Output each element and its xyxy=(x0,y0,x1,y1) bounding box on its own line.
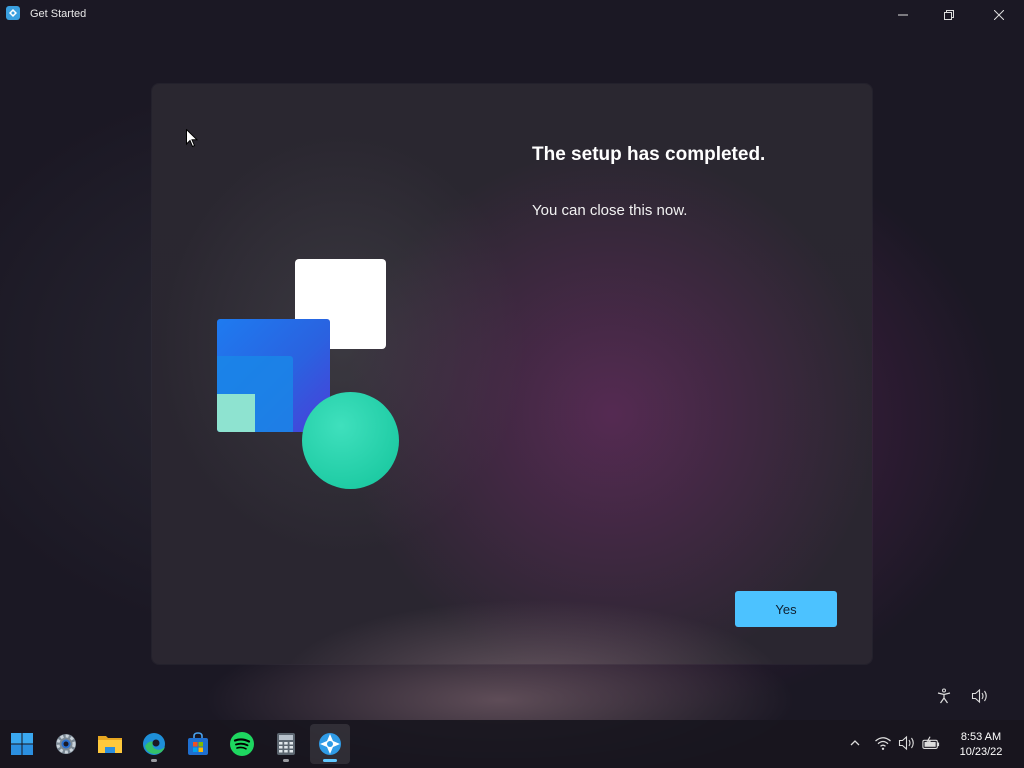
show-hidden-icons-button[interactable] xyxy=(846,734,864,752)
taskbar-file-explorer[interactable] xyxy=(90,724,130,764)
wifi-icon xyxy=(875,737,891,750)
close-button[interactable] xyxy=(976,0,1022,30)
taskbar-edge[interactable] xyxy=(134,724,174,764)
volume-icon xyxy=(971,688,987,704)
yes-button[interactable]: Yes xyxy=(735,591,837,627)
clock-date: 10/23/22 xyxy=(959,746,1003,758)
active-indicator xyxy=(323,759,337,762)
accessibility-icon xyxy=(937,688,951,704)
edge-icon xyxy=(143,733,165,755)
get-started-icon xyxy=(319,733,341,755)
title-bar: Get Started xyxy=(0,0,1024,30)
microsoft-store-icon xyxy=(188,732,208,755)
volume-button[interactable] xyxy=(898,734,916,752)
accessibility-button[interactable] xyxy=(934,686,954,706)
settings-icon xyxy=(56,734,76,754)
window-title: Get Started xyxy=(30,8,87,20)
battery-button[interactable] xyxy=(922,734,940,752)
page-subtitle: You can close this now. xyxy=(532,202,688,219)
running-indicator xyxy=(283,759,289,762)
network-button[interactable] xyxy=(874,734,892,752)
mouse-pointer-icon xyxy=(186,129,198,148)
battery-icon xyxy=(922,736,940,749)
spotify-icon xyxy=(230,732,254,756)
volume-flyout-button[interactable] xyxy=(970,686,990,706)
chevron-up-icon xyxy=(850,740,860,746)
taskbar-microsoft-store[interactable] xyxy=(178,724,218,764)
taskbar-get-started[interactable] xyxy=(310,724,350,764)
file-explorer-icon xyxy=(98,736,122,753)
restore-icon xyxy=(944,10,954,20)
get-started-app-icon xyxy=(6,6,20,20)
volume-icon xyxy=(898,735,914,751)
minimize-button[interactable] xyxy=(880,0,926,30)
setup-card: The setup has completed. You can close t… xyxy=(152,84,872,664)
clock-time: 8:53 AM xyxy=(960,731,1002,743)
start-button[interactable] xyxy=(2,724,42,764)
clock[interactable]: 8:53 AM 10/23/22 xyxy=(950,730,1012,760)
calculator-icon xyxy=(277,733,295,755)
illustration-teal-square xyxy=(217,394,255,432)
page-title: The setup has completed. xyxy=(532,144,766,165)
minimize-icon xyxy=(898,14,908,16)
close-icon xyxy=(994,10,1004,20)
restore-button[interactable] xyxy=(926,0,972,30)
taskbar-settings[interactable] xyxy=(46,724,86,764)
start-icon xyxy=(11,733,33,755)
taskbar-calculator[interactable] xyxy=(266,724,306,764)
running-indicator xyxy=(151,759,157,762)
taskbar xyxy=(0,720,1024,768)
illustration-teal-circle xyxy=(302,392,399,489)
taskbar-spotify[interactable] xyxy=(222,724,262,764)
